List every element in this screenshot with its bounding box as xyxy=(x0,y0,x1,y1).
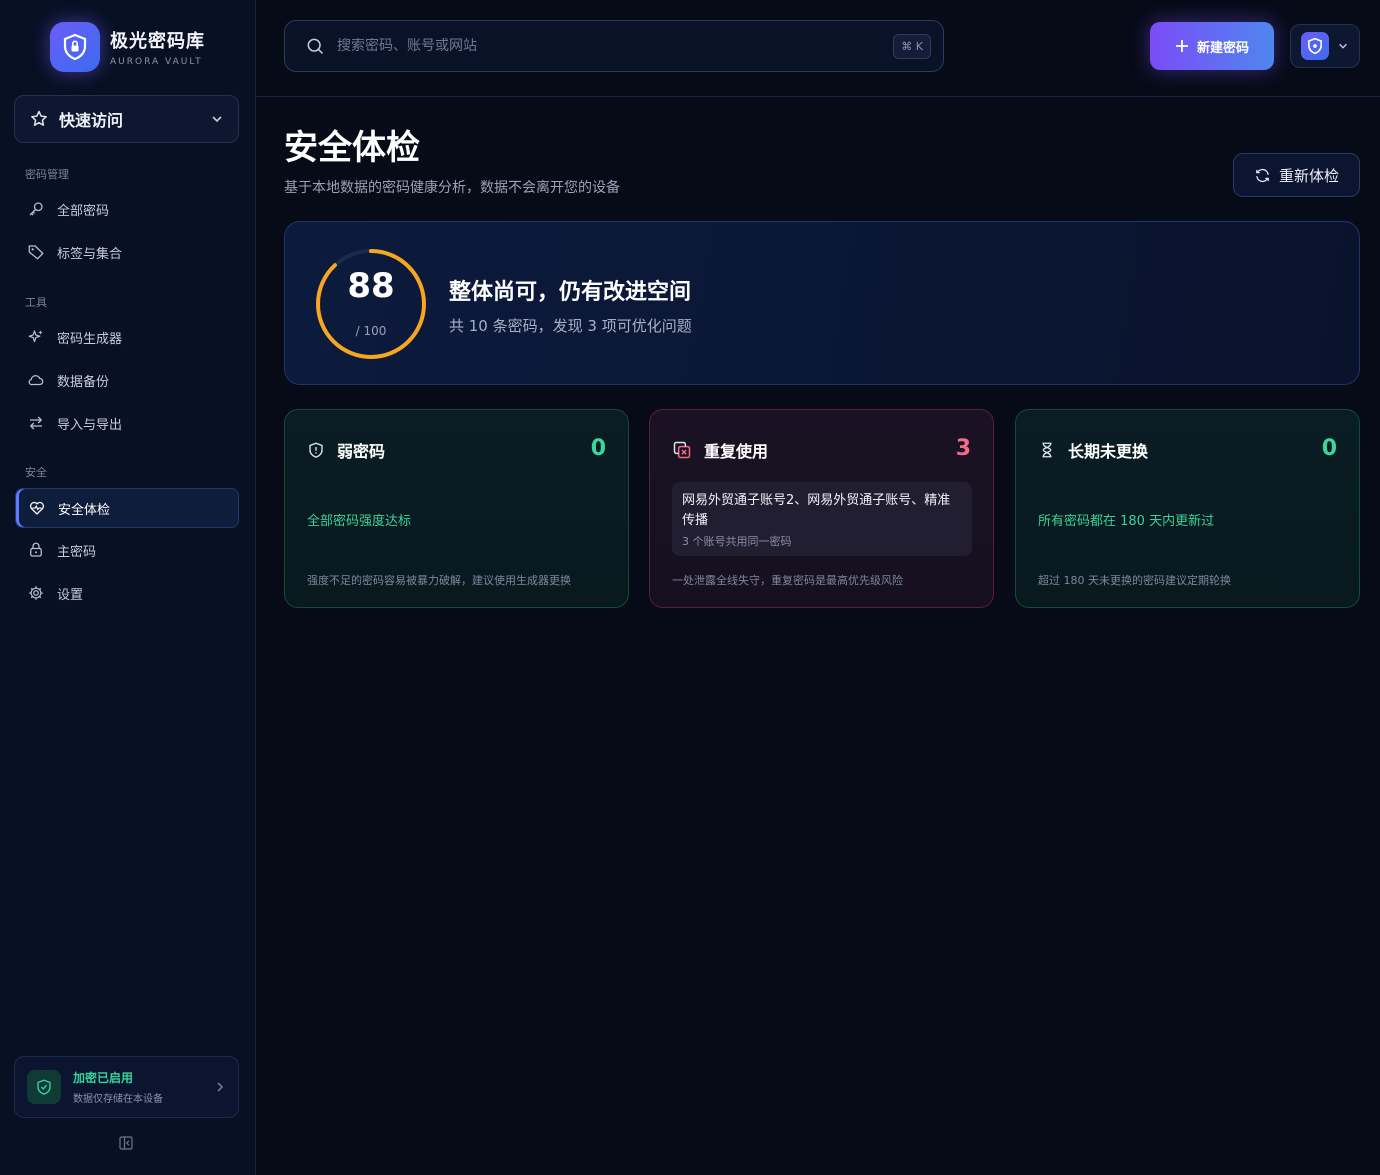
sidebar: 极光密码库 AURORA VAULT 快速访问 密码管理 全部密码 标签与集合 … xyxy=(0,0,256,1175)
sidebar-item-label: 全部密码 xyxy=(57,203,110,219)
heart-pulse-icon xyxy=(29,501,45,515)
sidebar-item-generator[interactable]: 密码生成器 xyxy=(15,317,239,357)
copy-x-icon xyxy=(673,441,691,459)
score-headline: 整体尚可，仍有改进空间 xyxy=(449,280,692,305)
card-status: 全部密码强度达标 xyxy=(307,514,412,529)
sidebar-item-label: 主密码 xyxy=(57,544,97,560)
top-bar: ⌘ K 新建密码 xyxy=(256,0,1380,97)
section-title-tools: 工具 xyxy=(25,296,47,309)
sidebar-item-settings[interactable]: 设置 xyxy=(15,573,239,613)
score-ring: 88 / 100 xyxy=(315,248,427,360)
new-password-button[interactable]: 新建密码 xyxy=(1150,22,1274,70)
card-count: 0 xyxy=(1321,436,1337,461)
shortcut-hint: ⌘ K xyxy=(893,33,931,59)
account-menu-button[interactable] xyxy=(1290,24,1360,68)
chevron-down-icon xyxy=(212,116,222,123)
sidebar-item-label: 密码生成器 xyxy=(57,331,123,347)
score-value: 88 xyxy=(347,266,395,306)
card-status: 所有密码都在 180 天内更新过 xyxy=(1038,514,1215,529)
card-count: 0 xyxy=(590,436,606,461)
shield-check-icon xyxy=(27,1070,61,1104)
brand-name: 极光密码库 xyxy=(110,31,205,52)
recheck-label: 重新体检 xyxy=(1278,166,1339,185)
sidebar-item-label: 数据备份 xyxy=(57,374,110,390)
key-icon xyxy=(29,202,43,216)
swap-icon xyxy=(30,416,42,430)
sidebar-item-security-check[interactable]: 安全体检 xyxy=(15,488,239,528)
recheck-button[interactable]: 重新体检 xyxy=(1233,153,1360,197)
sidebar-item-tags[interactable]: 标签与集合 xyxy=(15,232,239,272)
sidebar-item-all-passwords[interactable]: 全部密码 xyxy=(15,189,239,229)
sidebar-item-label: 安全体检 xyxy=(58,502,111,518)
sidebar-item-label: 设置 xyxy=(57,587,84,603)
lock-icon xyxy=(30,542,42,557)
encryption-status[interactable]: 加密已启用 数据仅存储在本设备 xyxy=(14,1056,239,1118)
cloud-icon xyxy=(28,375,44,386)
search-input[interactable] xyxy=(337,38,894,54)
shield-icon xyxy=(1308,37,1322,55)
brand[interactable]: 极光密码库 AURORA VAULT xyxy=(50,22,205,72)
section-title-security: 安全 xyxy=(25,466,47,479)
reused-password-card[interactable]: 重复使用 3 网易外贸通子账号2、网易外贸通子账号、精准传播 3 个账号共用同一… xyxy=(649,409,994,608)
collapse-sidebar-icon[interactable] xyxy=(117,1134,135,1156)
card-title: 弱密码 xyxy=(337,442,386,461)
page-subtitle: 基于本地数据的密码健康分析，数据不会离开您的设备 xyxy=(284,180,620,196)
page-title: 安全体检 xyxy=(284,128,420,168)
search-icon xyxy=(307,38,324,55)
sidebar-item-backup[interactable]: 数据备份 xyxy=(15,360,239,400)
duplicate-detail: 3 个账号共用同一密码 xyxy=(682,535,792,548)
new-password-label: 新建密码 xyxy=(1196,40,1249,56)
stale-password-card[interactable]: 长期未更换 0 所有密码都在 180 天内更新过 超过 180 天未更换的密码建… xyxy=(1015,409,1360,608)
sparkle-icon xyxy=(28,330,43,343)
duplicate-accounts: 网易外贸通子账号2、网易外贸通子账号、精准传播 xyxy=(682,493,951,528)
tag-icon xyxy=(28,245,44,260)
card-count: 3 xyxy=(955,436,971,461)
score-card: 88 / 100 整体尚可，仍有改进空间 共 10 条密码，发现 3 项可优化问… xyxy=(284,221,1360,385)
card-footnote: 超过 180 天未更换的密码建议定期轮换 xyxy=(1038,574,1231,587)
chevron-down-icon xyxy=(1339,43,1347,49)
avatar xyxy=(1301,32,1329,60)
duplicate-group[interactable]: 网易外贸通子账号2、网易外贸通子账号、精准传播 3 个账号共用同一密码 xyxy=(672,482,972,556)
card-title: 长期未更换 xyxy=(1068,442,1149,461)
sidebar-item-import-export[interactable]: 导入与导出 xyxy=(15,403,239,443)
quick-access-dropdown[interactable]: 快速访问 xyxy=(14,95,239,143)
plus-icon xyxy=(1175,40,1188,52)
sidebar-item-label: 标签与集合 xyxy=(57,246,123,262)
search-bar[interactable]: ⌘ K xyxy=(284,20,944,72)
sidebar-item-label: 导入与导出 xyxy=(57,417,123,433)
sidebar-item-master-password[interactable]: 主密码 xyxy=(15,530,239,570)
score-max: / 100 xyxy=(355,324,387,338)
shield-alert-icon xyxy=(309,442,323,458)
gear-icon xyxy=(29,586,43,600)
weak-password-card[interactable]: 弱密码 0 全部密码强度达标 强度不足的密码容易被暴力破解，建议使用生成器更换 xyxy=(284,409,629,608)
hourglass-icon xyxy=(1042,442,1052,458)
refresh-icon xyxy=(1256,168,1269,182)
brand-sub: AURORA VAULT xyxy=(110,57,203,67)
shield-logo-icon xyxy=(50,22,100,72)
card-footnote: 强度不足的密码容易被暴力破解，建议使用生成器更换 xyxy=(307,574,571,587)
quick-access-label: 快速访问 xyxy=(59,111,124,130)
encryption-sub: 数据仅存储在本设备 xyxy=(73,1094,163,1105)
card-title: 重复使用 xyxy=(704,442,769,461)
section-title-password: 密码管理 xyxy=(25,168,69,181)
chevron-right-icon xyxy=(217,1082,224,1092)
score-summary: 共 10 条密码，发现 3 项可优化问题 xyxy=(449,317,692,335)
encryption-title: 加密已启用 xyxy=(73,1071,134,1085)
card-footnote: 一处泄露全线失守，重复密码是最高优先级风险 xyxy=(672,574,903,587)
star-icon xyxy=(31,110,47,126)
